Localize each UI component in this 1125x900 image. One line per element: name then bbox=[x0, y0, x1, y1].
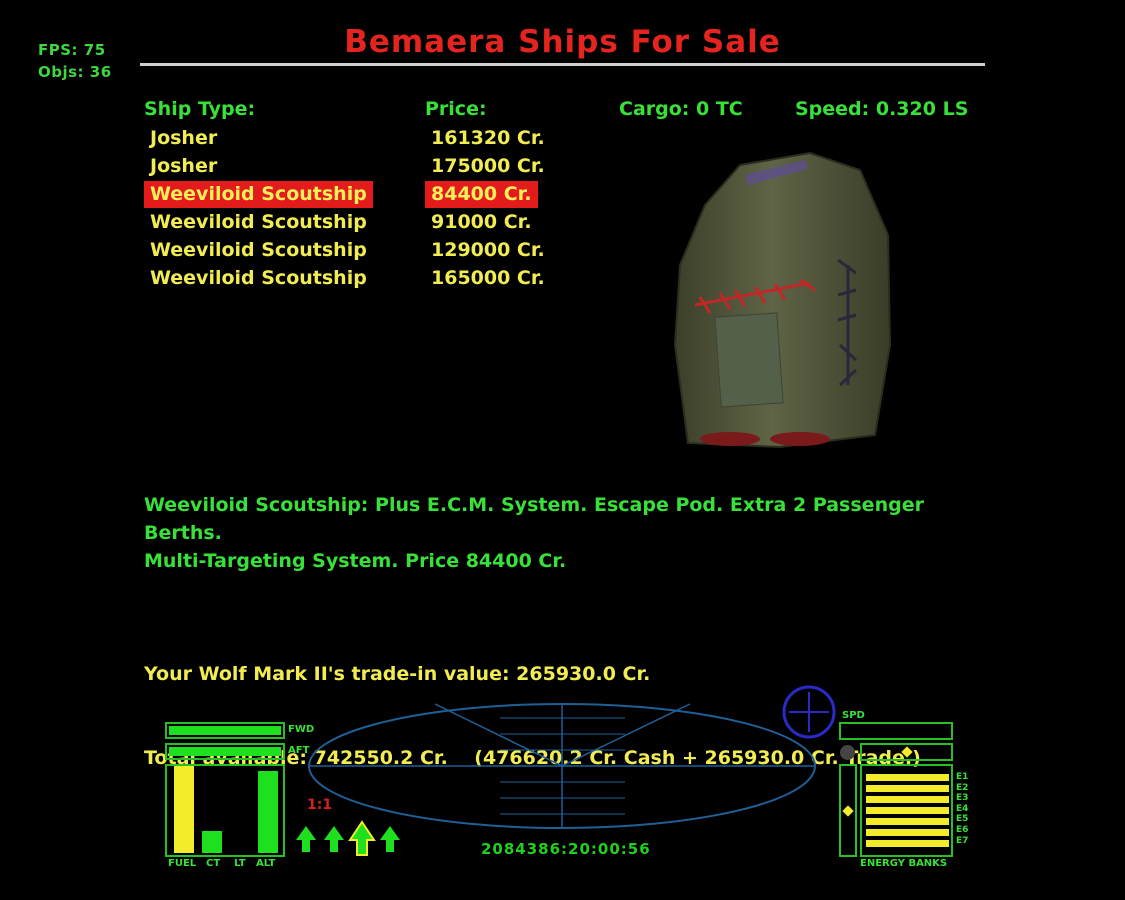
alt-label: ALT bbox=[256, 858, 276, 869]
ship-row[interactable]: Josher 161320 Cr. bbox=[144, 125, 564, 152]
scanner bbox=[308, 703, 816, 829]
status-light bbox=[840, 745, 855, 760]
ship-row[interactable]: Josher 175000 Cr. bbox=[144, 153, 564, 180]
energy-bank-label: E1 bbox=[956, 772, 969, 782]
ship-price: 165000 Cr. bbox=[431, 267, 545, 289]
screen-title: Bemaera Ships For Sale bbox=[344, 24, 781, 60]
aft-shield-bar bbox=[165, 743, 285, 760]
speed-stat: Speed: 0.320 LS bbox=[795, 98, 969, 120]
ship-price: 84400 Cr. bbox=[425, 181, 538, 208]
game-clock: 2084386:20:00:56 bbox=[481, 840, 651, 858]
forward-shield-fill bbox=[169, 726, 281, 735]
ship-model-preview bbox=[673, 151, 892, 449]
ship-description: Weeviloid Scoutship: Plus E.C.M. System.… bbox=[144, 491, 984, 575]
price-header: Price: bbox=[425, 98, 487, 120]
ship-name: Weeviloid Scoutship bbox=[150, 267, 367, 289]
energy-bank-bar bbox=[866, 840, 949, 847]
energy-bank-bar bbox=[866, 796, 949, 803]
ct-label: CT bbox=[206, 858, 221, 869]
ship-name: Josher bbox=[150, 127, 218, 149]
ship-type-header: Ship Type: bbox=[144, 98, 256, 120]
ship-row[interactable]: Weeviloid Scoutship 91000 Cr. bbox=[144, 209, 564, 236]
energy-banks-label: ENERGY BANKS bbox=[860, 858, 948, 869]
energy-bank-labels: E1 E2 E3 E4 E5 E6 E7 bbox=[956, 772, 968, 846]
title-divider bbox=[140, 63, 985, 66]
energy-bank-bar bbox=[866, 818, 949, 825]
ship-price: 175000 Cr. bbox=[431, 155, 545, 177]
description-line: Multi-Targeting System. Price 84400 Cr. bbox=[144, 550, 567, 572]
altitude-gauge bbox=[258, 771, 278, 853]
energy-bank-label: E5 bbox=[956, 814, 969, 825]
energy-bank-label: E2 bbox=[956, 782, 969, 793]
fps-counter: FPS: 75 bbox=[38, 41, 106, 59]
energy-bank-label: E7 bbox=[956, 835, 969, 846]
ship-price: 129000 Cr. bbox=[431, 239, 545, 261]
speed-label: SPD bbox=[842, 710, 865, 721]
fuel-label: FUEL bbox=[168, 858, 197, 869]
energy-bank-bar bbox=[866, 807, 949, 814]
status-gauges bbox=[165, 764, 285, 857]
roll-marker-icon bbox=[901, 746, 913, 758]
ship-row[interactable]: Weeviloid Scoutship 84400 Cr. bbox=[144, 181, 564, 208]
ship-price: 161320 Cr. bbox=[431, 127, 545, 149]
energy-banks bbox=[860, 764, 953, 857]
energy-bank-bar bbox=[866, 785, 949, 792]
ship-name: Weeviloid Scoutship bbox=[150, 239, 367, 261]
ship-name: Weeviloid Scoutship bbox=[144, 181, 373, 208]
energy-bank-bar bbox=[866, 829, 949, 836]
ship-row[interactable]: Weeviloid Scoutship 165000 Cr. bbox=[144, 265, 564, 292]
energy-bank-label: E6 bbox=[956, 824, 969, 835]
object-counter: Objs: 36 bbox=[38, 63, 112, 81]
compass-icon bbox=[782, 685, 836, 739]
cargo-stat: Cargo: 0 TC bbox=[619, 98, 743, 120]
pitch-indicator bbox=[839, 764, 857, 857]
ship-price: 91000 Cr. bbox=[431, 211, 532, 233]
ship-row[interactable]: Weeviloid Scoutship 129000 Cr. bbox=[144, 237, 564, 264]
energy-bank-label: E4 bbox=[956, 803, 969, 814]
description-line: Weeviloid Scoutship: Plus E.C.M. System.… bbox=[144, 494, 924, 544]
ship-name: Weeviloid Scoutship bbox=[150, 211, 367, 233]
speed-bar bbox=[839, 722, 953, 740]
trade-in-value: Your Wolf Mark II's trade-in value: 2659… bbox=[144, 663, 651, 685]
forward-shield-bar bbox=[165, 722, 285, 739]
ship-name: Josher bbox=[150, 155, 218, 177]
aft-shield-fill bbox=[169, 747, 281, 756]
energy-bank-bar bbox=[866, 774, 949, 781]
energy-bank-label: E3 bbox=[956, 793, 969, 804]
pitch-marker-icon bbox=[842, 805, 854, 817]
cabin-temp-gauge bbox=[202, 831, 222, 853]
fuel-gauge bbox=[174, 766, 194, 853]
roll-indicator bbox=[860, 743, 953, 761]
lt-label: LT bbox=[234, 858, 246, 869]
